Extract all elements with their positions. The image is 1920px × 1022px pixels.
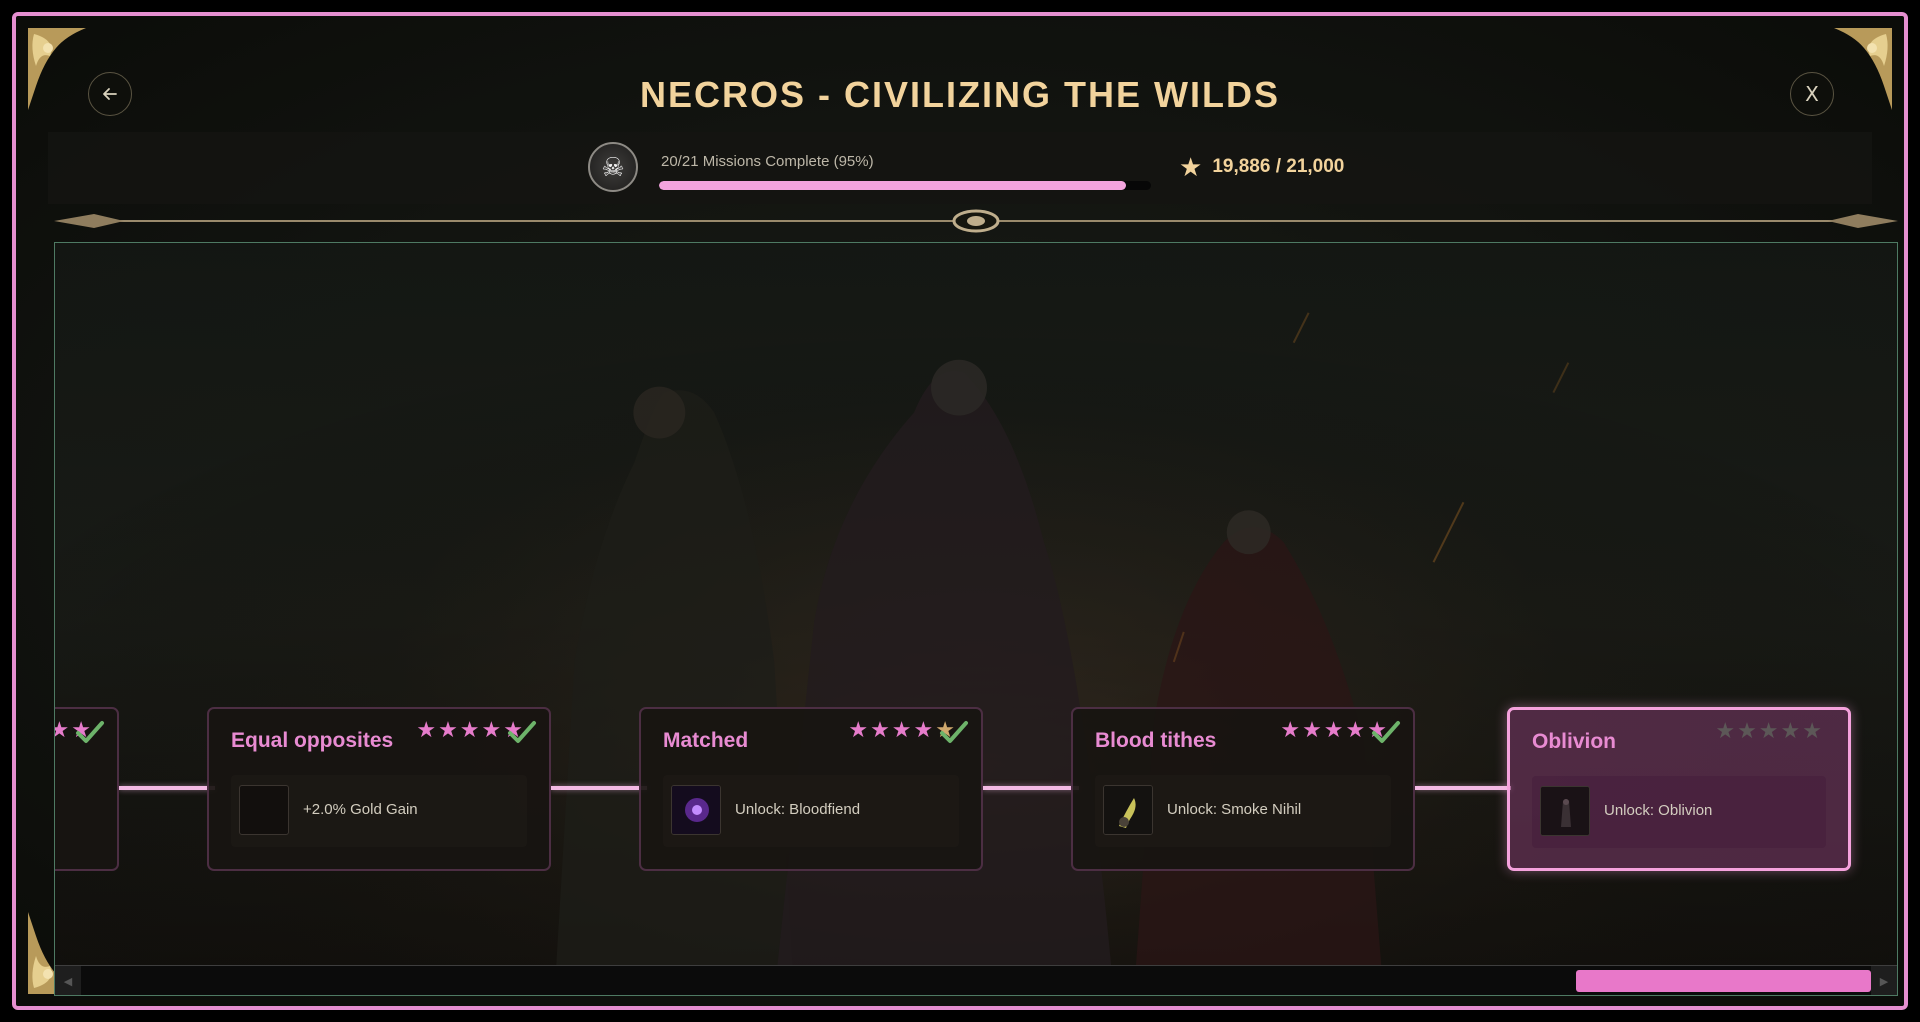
mission-title: Blood tithes bbox=[1095, 729, 1217, 752]
check-icon bbox=[508, 721, 536, 743]
scrollbar-track[interactable] bbox=[81, 966, 1871, 995]
horizontal-scrollbar[interactable]: ◀ ▶ bbox=[55, 965, 1897, 995]
missions-progress-bar bbox=[659, 181, 1151, 190]
star-icon: ★ bbox=[416, 717, 437, 742]
mission-title: Oblivion bbox=[1532, 730, 1616, 753]
star-icon: ★ bbox=[891, 717, 912, 742]
mission-card-oblivion[interactable]: Oblivion ★ ★ ★ ★ ★ Unlock: Oblivion bbox=[1507, 707, 1851, 871]
reward-label: +2.0% Gold Gain bbox=[303, 801, 418, 818]
star-icon: ★ bbox=[1780, 718, 1801, 743]
oblivion-portrait-icon bbox=[1540, 786, 1590, 836]
star-icon: ★ bbox=[1758, 718, 1779, 743]
reward-icon bbox=[239, 785, 289, 835]
star-icon: ★ bbox=[481, 717, 502, 742]
mission-card-previous[interactable]: ★★★★★ bbox=[55, 707, 119, 871]
reward-box: Unlock: Oblivion bbox=[1532, 776, 1826, 848]
reward-box: Unlock: Bloodfiend bbox=[663, 775, 959, 847]
stars-total: ★ 19,886 / 21,000 bbox=[1179, 154, 1344, 180]
star-icon: ★ bbox=[1345, 717, 1366, 742]
reward-label: Unlock: Bloodfiend bbox=[735, 801, 861, 818]
mission-connector bbox=[119, 786, 215, 790]
star-icon: ★ bbox=[1737, 718, 1757, 743]
smoke-nihil-portrait-icon bbox=[1103, 785, 1153, 835]
close-button[interactable]: X bbox=[1790, 72, 1834, 116]
mission-card-equal-opposites[interactable]: Equal opposites ★ ★ ★ ★ ★ +2.0% Gold Gain bbox=[207, 707, 551, 871]
page-title: NECROS - CIVILIZING THE WILDS bbox=[640, 74, 1280, 115]
stars-total-value: 19,886 / 21,000 bbox=[1212, 156, 1345, 177]
star-icon: ★ bbox=[1802, 718, 1822, 743]
star-icon: ★ bbox=[55, 719, 69, 741]
reward-label: Unlock: Oblivion bbox=[1604, 802, 1713, 819]
mission-track-panel[interactable]: ★★★★★ Equal opposites ★★★★★ +2.0% Gold G… bbox=[54, 242, 1898, 996]
scroll-left-arrow-icon[interactable]: ◀ bbox=[55, 966, 81, 995]
reward-label: Unlock: Smoke Nihil bbox=[1167, 801, 1302, 818]
mission-stars: ★★★★★ bbox=[1715, 720, 1822, 742]
mission-connector bbox=[551, 786, 647, 790]
skull-icon: ☠ bbox=[588, 142, 638, 192]
missions-progress-label: 20/21 Missions Complete (95%) bbox=[661, 153, 874, 170]
star-icon: ★ bbox=[459, 717, 480, 742]
scrollbar-thumb[interactable] bbox=[1576, 970, 1871, 992]
star-icon: ★ bbox=[438, 717, 458, 742]
check-icon bbox=[1372, 721, 1400, 743]
mission-card-blood-tithes[interactable]: Blood tithes ★ ★ ★ ★ ★ Unlock: Smoke Nihil bbox=[1071, 707, 1415, 871]
star-icon: ★ bbox=[1715, 718, 1736, 743]
check-icon bbox=[940, 721, 968, 743]
star-icon: ★ bbox=[1280, 717, 1301, 742]
reward-box: Unlock: Smoke Nihil bbox=[1095, 775, 1391, 847]
star-icon: ★ bbox=[1323, 717, 1344, 742]
mission-title: Equal opposites bbox=[231, 729, 394, 752]
scroll-right-arrow-icon[interactable]: ▶ bbox=[1871, 966, 1897, 995]
warriors-background-image bbox=[55, 243, 1897, 995]
bloodfiend-portrait-icon bbox=[671, 785, 721, 835]
star-icon: ★ bbox=[870, 717, 890, 742]
progress-band bbox=[48, 132, 1872, 204]
check-icon bbox=[76, 721, 104, 743]
ornament-divider bbox=[54, 209, 1898, 233]
star-icon: ★ bbox=[848, 717, 869, 742]
reward-box: +2.0% Gold Gain bbox=[231, 775, 527, 847]
window-frame: NECROS - CIVILIZING THE WILDS X ☠ 20/21 … bbox=[12, 12, 1908, 1010]
star-icon: ★ bbox=[1179, 152, 1203, 182]
star-icon: ★ bbox=[1302, 717, 1322, 742]
missions-progress-fill bbox=[659, 181, 1127, 190]
mission-card-matched[interactable]: Matched ★ ★ ★ ★ ★ Unlock: Bloodfiend bbox=[639, 707, 983, 871]
star-icon: ★ bbox=[913, 717, 934, 742]
mission-connector bbox=[1415, 786, 1511, 790]
mission-title: Matched bbox=[663, 729, 749, 752]
mission-connector bbox=[983, 786, 1079, 790]
